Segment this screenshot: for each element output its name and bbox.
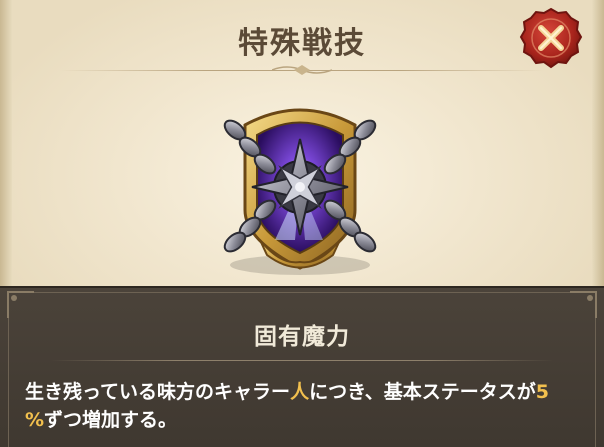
title-ornament-icon [272, 65, 332, 75]
corner-ornament-icon [570, 291, 597, 318]
dialog-title: 特殊戦技 [238, 26, 366, 61]
skill-dialog: 特殊戦技 固有魔力 生き残っている味方のキャラー人につき、基本ステータスが5 %… [0, 0, 604, 447]
desc-highlight-unit: % [25, 409, 45, 431]
desc-highlight-value: 5 [535, 381, 549, 403]
desc-text-2: につき、基本ステータスが [309, 381, 536, 403]
desc-text-1: 生き残っている味方のキャラー [25, 381, 291, 403]
chained-star-emblem-icon [223, 108, 377, 275]
skill-name: 固有魔力 [254, 324, 350, 350]
skill-name-divider [50, 360, 554, 361]
skill-description: 生き残っている味方のキャラー人につき、基本ステータスが5 %ずつ増加する。 [25, 378, 585, 434]
desc-highlight-count: 人 [290, 381, 310, 403]
close-button[interactable] [519, 6, 583, 70]
corner-ornament-icon [7, 291, 34, 318]
close-x-icon [519, 7, 583, 69]
desc-text-3: ずつ増加する。 [44, 409, 178, 431]
